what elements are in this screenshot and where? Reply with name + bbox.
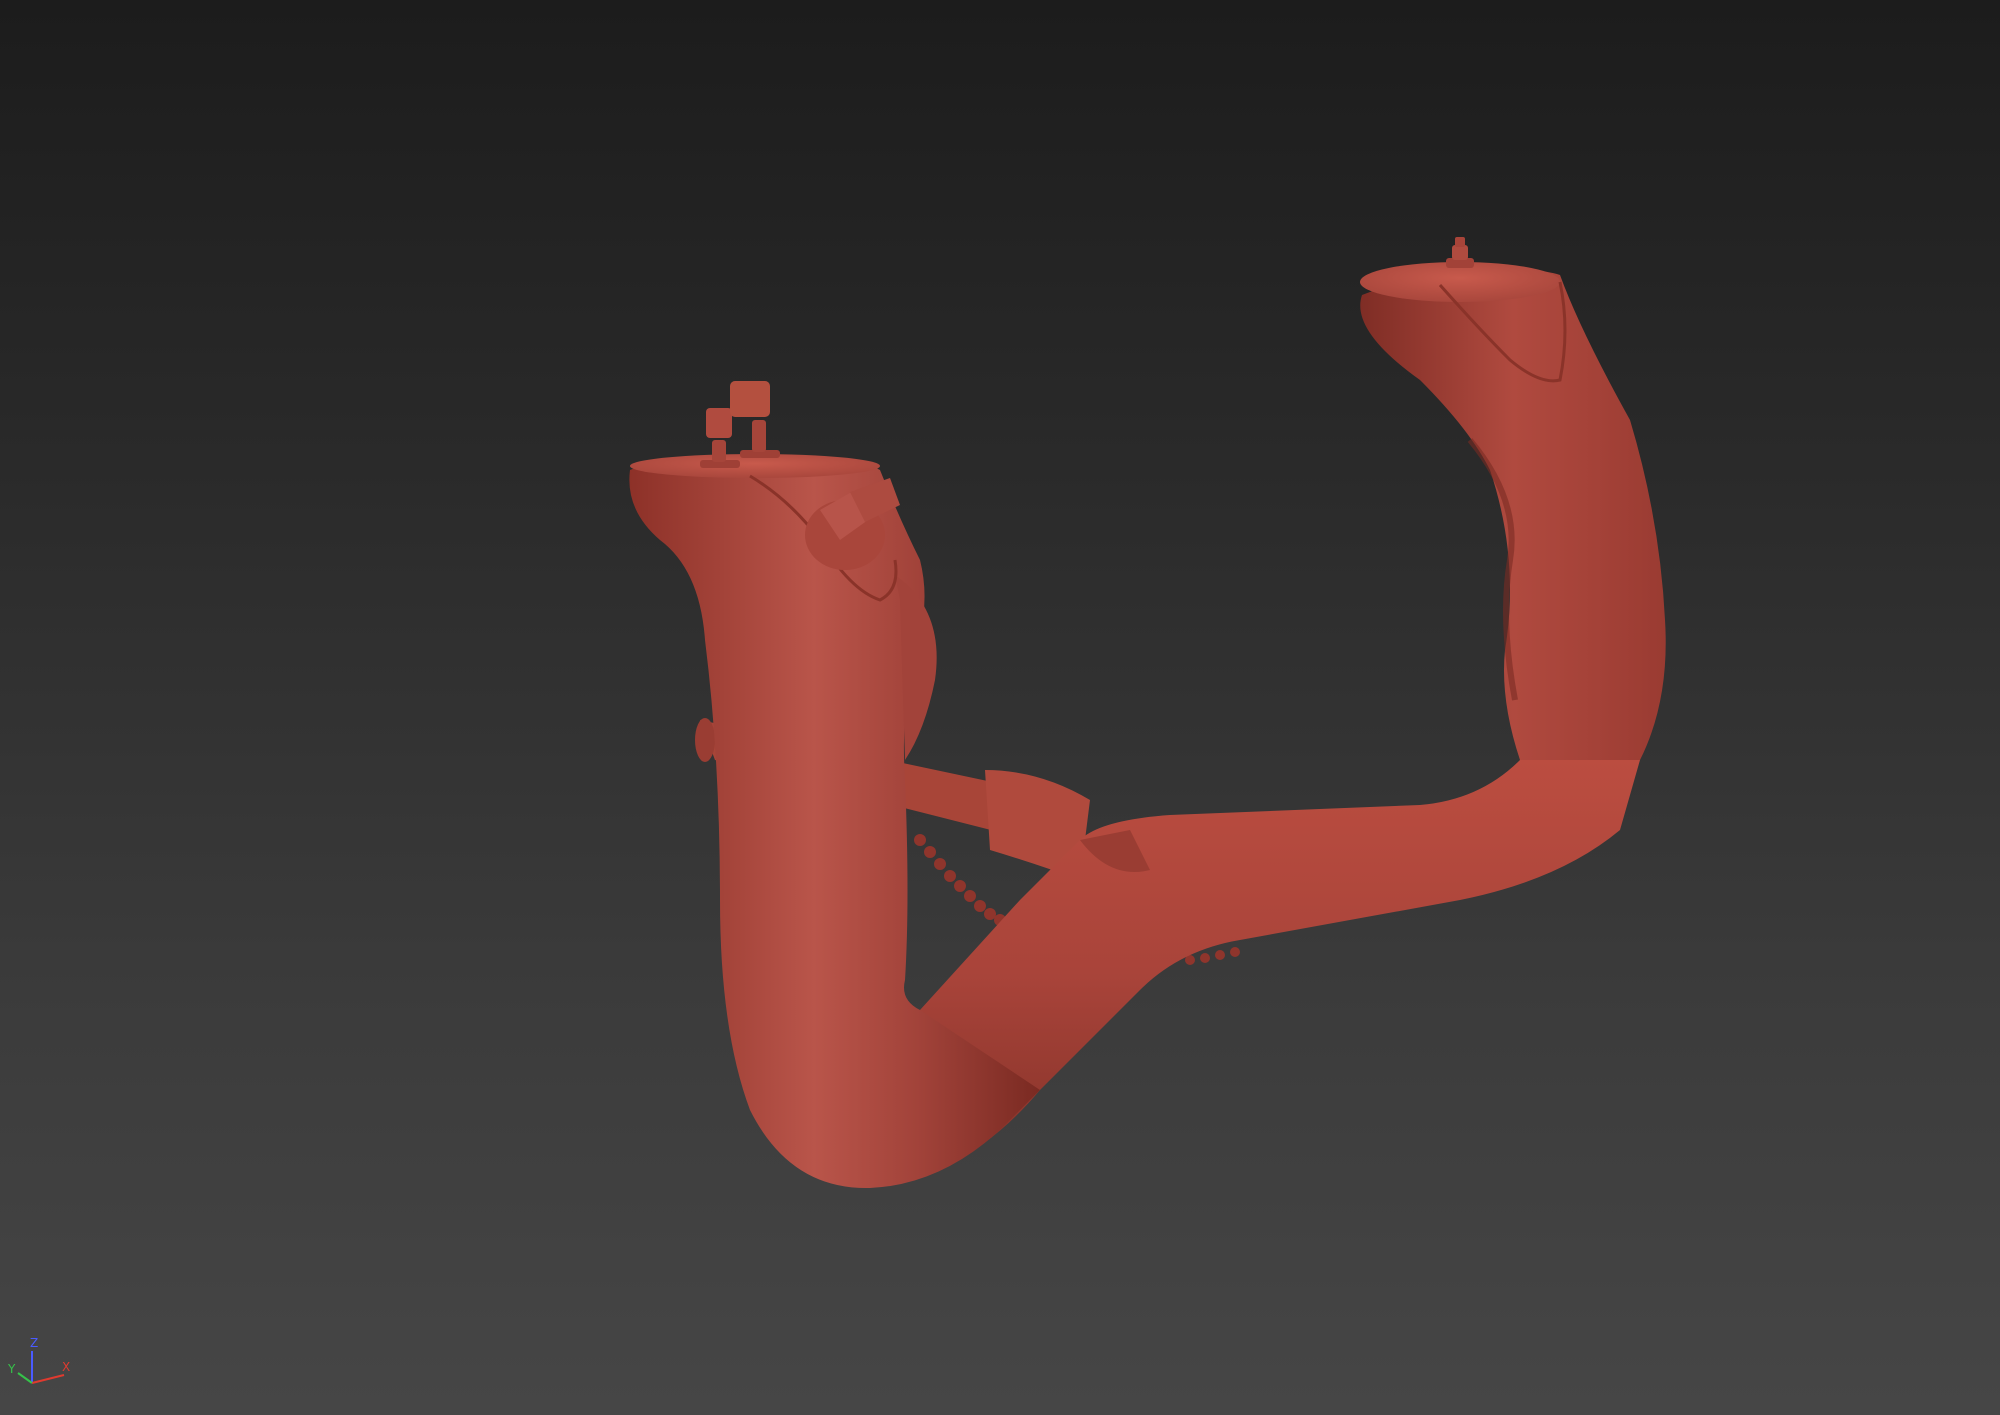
3d-viewport[interactable]: Z Y X bbox=[0, 0, 2000, 1415]
y-axis-line bbox=[17, 1372, 33, 1384]
x-axis-line bbox=[31, 1374, 65, 1384]
axis-gizmo[interactable]: Z Y X bbox=[0, 1315, 90, 1415]
y-axis-label: Y bbox=[7, 1362, 16, 1376]
right-grip-top-button bbox=[1455, 237, 1465, 247]
z-axis-label: Z bbox=[30, 1336, 38, 1350]
left-grip-buttons bbox=[700, 381, 780, 468]
x-axis-label: X bbox=[62, 1360, 70, 1374]
yoke-model[interactable] bbox=[0, 0, 2000, 1415]
right-grip bbox=[1360, 237, 1666, 760]
